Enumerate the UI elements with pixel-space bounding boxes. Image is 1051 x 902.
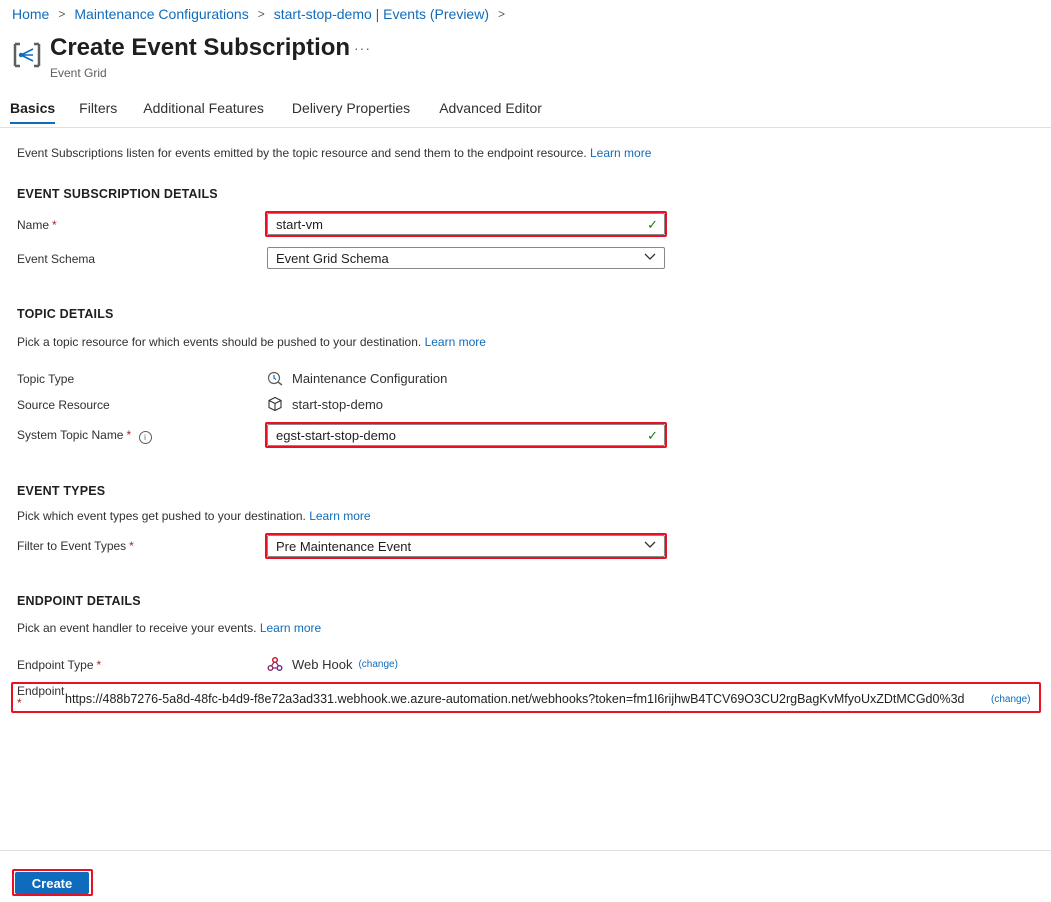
breadcrumb: Home > Maintenance Configurations > star…: [12, 6, 514, 22]
event-types-highlight-box: [265, 533, 667, 559]
change-endpoint-link[interactable]: (change): [991, 694, 1030, 705]
system-topic-name-label: System Topic Name * i: [17, 428, 152, 444]
chevron-right-icon: >: [498, 7, 506, 21]
tab-filters[interactable]: Filters: [79, 100, 117, 124]
tab-bar: Basics Filters Additional Features Deliv…: [0, 100, 542, 124]
source-resource-label: Source Resource: [17, 398, 110, 412]
chevron-down-icon: [644, 253, 656, 260]
required-marker: *: [129, 539, 134, 553]
section-heading-subscription: EVENT SUBSCRIPTION DETAILS: [17, 187, 218, 201]
chevron-right-icon: >: [58, 7, 66, 21]
filter-event-types-label: Filter to Event Types *: [17, 539, 134, 553]
learn-more-link[interactable]: Learn more: [425, 335, 486, 349]
info-icon[interactable]: i: [138, 431, 152, 444]
section-heading-endpoint: ENDPOINT DETAILS: [17, 594, 141, 608]
topic-type-label: Topic Type: [17, 372, 75, 386]
system-topic-highlight-box: [265, 422, 667, 448]
required-marker: *: [96, 658, 102, 672]
page-title: Create Event Subscription: [50, 34, 351, 61]
breadcrumb-events[interactable]: start-stop-demo | Events (Preview): [274, 6, 489, 22]
page-subtitle: Event Grid: [50, 66, 107, 80]
section-heading-topic: TOPIC DETAILS: [17, 307, 114, 321]
tab-additional-features[interactable]: Additional Features: [143, 100, 264, 124]
topic-desc: Pick a topic resource for which events s…: [17, 335, 486, 349]
footer-divider: [0, 850, 1051, 851]
required-marker: *: [126, 428, 132, 442]
cube-icon: [268, 396, 282, 412]
breadcrumb-maintenance-configurations[interactable]: Maintenance Configurations: [74, 6, 248, 22]
chevron-right-icon: >: [257, 7, 265, 21]
intro-text: Event Subscriptions listen for events em…: [17, 146, 652, 160]
more-options-icon[interactable]: ···: [354, 40, 371, 56]
change-endpoint-type-link[interactable]: (change): [358, 659, 397, 670]
event-schema-label: Event Schema: [17, 252, 96, 266]
breadcrumb-home[interactable]: Home: [12, 6, 49, 22]
required-marker: *: [17, 696, 22, 710]
create-button[interactable]: Create: [15, 872, 89, 894]
name-label: Name *: [17, 218, 57, 232]
source-resource-value: start-stop-demo: [267, 396, 383, 412]
maintenance-configuration-icon: [267, 371, 283, 386]
required-marker: *: [52, 218, 57, 232]
event-types-desc: Pick which event types get pushed to you…: [17, 509, 371, 523]
endpoint-type-label: Endpoint Type *: [17, 658, 102, 672]
event-schema-dropdown[interactable]: Event Grid Schema: [267, 247, 665, 269]
learn-more-link[interactable]: Learn more: [590, 146, 651, 160]
endpoint-label: Endpoint *: [17, 684, 65, 710]
tab-advanced-editor[interactable]: Advanced Editor: [439, 100, 542, 124]
event-grid-icon: [13, 42, 41, 68]
endpoint-type-value: Web Hook (change): [267, 656, 398, 672]
learn-more-link[interactable]: Learn more: [309, 509, 370, 523]
endpoint-desc: Pick an event handler to receive your ev…: [17, 621, 322, 635]
name-highlight-box: [265, 211, 667, 237]
webhook-icon: [267, 657, 283, 671]
learn-more-link[interactable]: Learn more: [260, 621, 321, 635]
section-heading-event-types: EVENT TYPES: [17, 484, 106, 498]
endpoint-url: https://488b7276-5a8d-48fc-b4d9-f8e72a3a…: [65, 692, 965, 706]
tab-delivery-properties[interactable]: Delivery Properties: [292, 100, 410, 124]
tab-divider: [0, 127, 1051, 128]
tab-basics[interactable]: Basics: [10, 100, 56, 124]
topic-type-value: Maintenance Configuration: [267, 370, 447, 386]
